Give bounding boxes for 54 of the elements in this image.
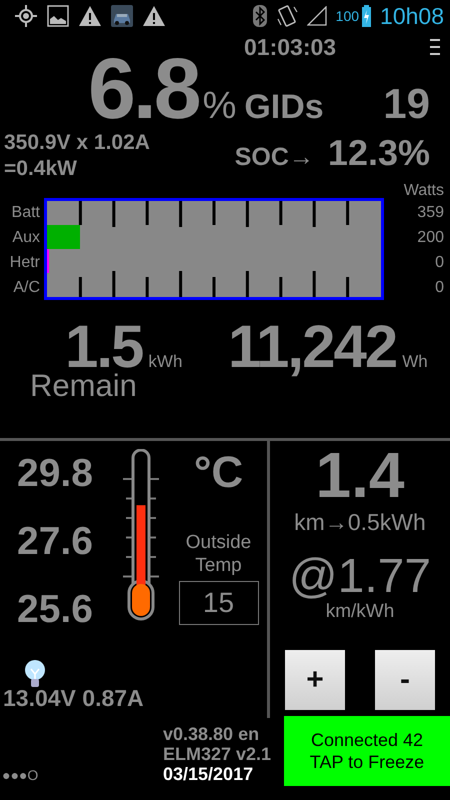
trip-timer: 01:03:03	[244, 34, 336, 60]
rotate-icon	[276, 5, 298, 27]
remaining-unit: kWh	[148, 352, 182, 372]
temperature-reading: 25.6	[17, 591, 94, 629]
decrease-button[interactable]: -	[375, 650, 435, 710]
gids-value: 19	[383, 80, 430, 128]
temperature-reading: 27.6	[17, 523, 94, 561]
watts-label: Watts	[402, 184, 445, 198]
page-indicator: ●●●O	[1, 767, 40, 785]
warning-icon	[78, 5, 102, 27]
gids-percent: 6.8	[88, 58, 199, 120]
outside-temp-value: 15	[178, 581, 258, 625]
soc-value: 12.3%	[328, 132, 430, 174]
pack-power: =0.4kW	[4, 156, 78, 182]
battery-percent: 100	[336, 8, 360, 24]
temperature-reading: 29.8	[17, 455, 94, 493]
watts-reading: 0	[435, 253, 444, 273]
menu-icon[interactable]	[430, 38, 440, 56]
image-icon	[47, 5, 69, 27]
app-version: v0.38.80 en	[163, 724, 260, 744]
row-label: Aux	[11, 228, 41, 248]
connection-button[interactable]: Connected 42 TAP to Freeze	[284, 716, 450, 786]
outside-temp-label: Outside Temp	[184, 531, 252, 577]
gids-label: GIDs	[244, 88, 324, 127]
economy-unit: km/kWh	[326, 602, 394, 622]
row-label: Hetr	[8, 253, 41, 273]
warning-icon	[142, 5, 166, 27]
date: 03/15/2017	[163, 764, 254, 784]
battery-icon	[362, 5, 372, 27]
remain-label: Remain	[29, 370, 138, 405]
soc-label: SOC→	[234, 143, 314, 172]
watts-reading: 0	[435, 278, 444, 298]
distance-value: 1.4	[316, 449, 404, 501]
row-label: Batt	[10, 203, 41, 223]
adapter-version: ELM327 v2.1	[163, 744, 272, 764]
bluetooth-icon	[252, 5, 267, 27]
percent-sign: %	[202, 87, 236, 125]
watts-reading: 200	[417, 228, 444, 248]
light-bulb-icon	[23, 659, 47, 689]
gps-icon	[14, 4, 38, 28]
row-label: A/C	[12, 278, 41, 298]
celsius-unit: °C	[194, 451, 244, 495]
total-energy: 11,242	[228, 318, 396, 376]
economy-rate: @1.77	[288, 552, 432, 602]
signal-icon	[306, 6, 327, 26]
clock: 10h08	[380, 2, 444, 30]
thermometer-icon	[121, 449, 161, 621]
increase-button[interactable]: +	[285, 650, 345, 710]
watts-reading: 359	[417, 203, 444, 223]
distance-per-energy: km→0.5kWh	[294, 509, 426, 536]
aux-battery-reading: 13.04V 0.87A	[3, 685, 145, 711]
total-unit: Wh	[402, 352, 428, 372]
pack-voltage-current: 350.9V x 1.02A	[4, 130, 150, 156]
car-icon	[111, 5, 133, 27]
